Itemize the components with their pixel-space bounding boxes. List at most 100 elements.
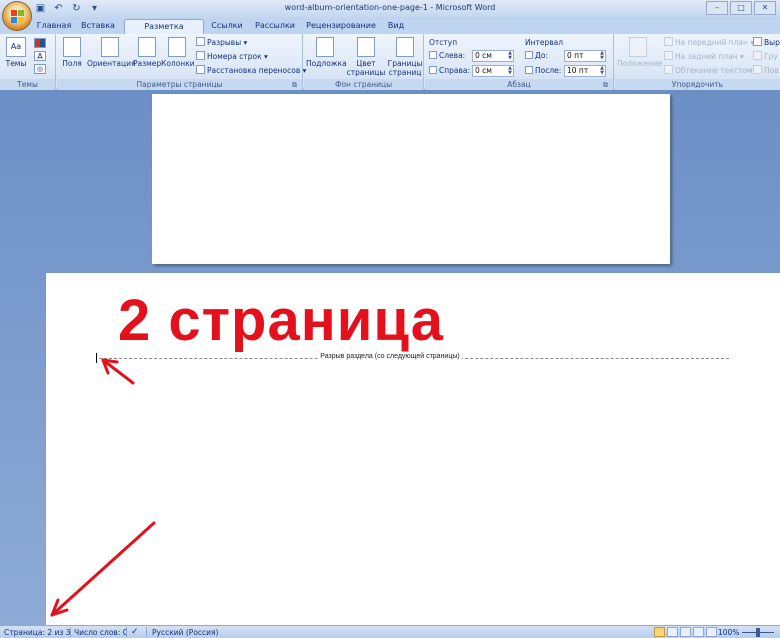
themes-button[interactable]: Aa Темы	[4, 37, 28, 77]
zoom-slider-handle[interactable]	[756, 628, 760, 637]
indent-left-spinner-icon[interactable]: ▲ ▼	[507, 51, 513, 61]
group-label-paragraph: Абзац	[425, 79, 613, 90]
margins-icon	[63, 37, 81, 57]
tab-references[interactable]: Ссылки	[208, 19, 246, 34]
ribbon-tabs: Главная Вставка Разметка страницы Ссылки…	[0, 18, 780, 45]
spacing-after-icon	[525, 66, 533, 74]
office-button[interactable]	[2, 1, 32, 31]
page-count[interactable]: Страница: 2 из 3	[4, 627, 71, 638]
line-numbers-button[interactable]: Номера строк ▾	[196, 51, 268, 63]
indent-right-label: Справа:	[429, 65, 470, 77]
spacing-before-icon	[525, 51, 533, 59]
indent-left-input[interactable]: 0 см ▲ ▼	[472, 50, 514, 62]
tab-view[interactable]: Вид	[382, 19, 410, 34]
web-layout-view-icon[interactable]	[680, 627, 691, 637]
page-borders-button[interactable]: Границы страниц	[386, 37, 424, 77]
tab-home[interactable]: Главная	[32, 19, 76, 34]
group-objects-button[interactable]: Гру	[753, 51, 778, 63]
outline-view-icon[interactable]	[693, 627, 704, 637]
page-borders-icon	[396, 37, 414, 57]
status-separator	[126, 627, 127, 637]
margins-button[interactable]: Поля	[59, 37, 85, 77]
indent-right-input[interactable]: 0 см ▲ ▼	[472, 65, 514, 77]
page-color-button[interactable]: Цвет страницы	[344, 37, 388, 77]
spacing-before-input[interactable]: 0 пт ▲ ▼	[564, 50, 606, 62]
orientation-button[interactable]: Ориентация	[87, 37, 136, 77]
section-break-label: Разрыв раздела (со следующей страницы)	[318, 353, 462, 360]
group-label-arrange: Упорядочить	[615, 79, 780, 90]
spacing-header: Интервал	[525, 38, 564, 47]
paragraph-launcher-icon[interactable]: ⧉	[603, 81, 611, 89]
indent-left-label: Слева:	[429, 50, 465, 62]
group-arrange: Положение На передний план ▾ На задний п…	[615, 34, 780, 90]
window-controls: – □ ✕	[706, 1, 776, 15]
tab-review[interactable]: Рецензирование	[304, 19, 378, 34]
send-to-back-icon	[664, 51, 673, 60]
tab-page-layout[interactable]: Разметка страницы	[124, 19, 204, 45]
size-button[interactable]: Размер	[133, 37, 161, 77]
hyphenation-icon	[196, 65, 205, 74]
columns-button[interactable]: Колонки	[161, 37, 195, 77]
themes-icon: Aa	[6, 37, 26, 57]
draft-view-icon[interactable]	[706, 627, 717, 637]
spacing-after-spinner-icon[interactable]: ▲ ▼	[599, 66, 605, 76]
title-bar: word-album-orientation-one-page-1 - Micr…	[0, 0, 780, 18]
theme-fonts-icon[interactable]: A	[34, 51, 46, 61]
print-layout-view-icon[interactable]	[654, 627, 665, 637]
status-bar: Страница: 2 из 3 Число слов: 0 ✓ Русский…	[0, 625, 780, 638]
theme-colors-icon[interactable]	[34, 38, 46, 48]
document-page-1[interactable]	[152, 94, 670, 264]
document-workspace[interactable]: Разрыв раздела (со следующей страницы) 2…	[0, 90, 780, 625]
office-logo-icon	[11, 10, 24, 23]
spacing-after-input[interactable]: 10 пт ▲ ▼	[564, 65, 606, 77]
position-icon	[629, 37, 647, 57]
zoom-level[interactable]: 100%	[718, 627, 739, 638]
undo-icon[interactable]: ↶	[52, 2, 65, 15]
watermark-icon	[316, 37, 334, 57]
annotation-label: 2 страница	[118, 288, 445, 353]
columns-icon	[168, 37, 186, 57]
text-wrap-button[interactable]: Обтекание текстом ▾	[664, 65, 759, 77]
indent-right-spinner-icon[interactable]: ▲ ▼	[507, 66, 513, 76]
align-icon	[753, 37, 762, 46]
group-page-background: Подложка Цвет страницы Границы страниц Ф…	[304, 34, 424, 90]
line-numbers-icon	[196, 51, 205, 60]
group-paragraph: Отступ Интервал Слева: 0 см ▲ ▼ Справа: 0 …	[425, 34, 614, 90]
group-label-themes: Темы	[0, 79, 55, 90]
rotate-button[interactable]: Пов	[753, 65, 779, 77]
group-label-page-setup: Параметры страницы	[57, 79, 302, 90]
maximize-button[interactable]: □	[730, 1, 752, 15]
orientation-icon	[101, 37, 119, 57]
bring-to-front-icon	[664, 37, 673, 46]
breaks-button[interactable]: Разрывы ▾	[196, 37, 247, 49]
group-page-setup: Поля Ориентация Размер Колонки Разрывы ▾…	[57, 34, 306, 90]
send-to-back-button[interactable]: На задний план ▾	[664, 51, 744, 63]
language-indicator[interactable]: Русский (Россия)	[152, 627, 218, 638]
spacing-after-label: После:	[525, 65, 561, 77]
word-count[interactable]: Число слов: 0	[74, 627, 128, 638]
position-button[interactable]: Положение	[617, 37, 662, 77]
hyphenation-button[interactable]: Расстановка переносов ▾	[196, 65, 306, 77]
spelling-check-icon[interactable]: ✓	[131, 627, 139, 638]
save-icon[interactable]: ▣	[34, 2, 47, 15]
watermark-button[interactable]: Подложка	[306, 37, 347, 77]
page-color-icon	[357, 37, 375, 57]
ribbon: Aa Темы A ◎ Темы Поля Ориентация Размер …	[0, 34, 780, 90]
tab-mailings[interactable]: Рассылки	[252, 19, 298, 34]
redo-icon[interactable]: ↻	[70, 2, 83, 15]
page-setup-launcher-icon[interactable]: ⧉	[292, 81, 300, 89]
spacing-before-spinner-icon[interactable]: ▲ ▼	[599, 51, 605, 61]
bring-to-front-button[interactable]: На передний план ▾	[664, 37, 754, 49]
group-label-page-background: Фон страницы	[304, 79, 423, 90]
qat-dropdown-icon[interactable]: ▾	[88, 2, 101, 15]
tab-insert[interactable]: Вставка	[78, 19, 118, 34]
theme-effects-icon[interactable]: ◎	[34, 64, 46, 74]
breaks-icon	[196, 37, 205, 46]
align-button[interactable]: Выр	[753, 37, 780, 49]
full-screen-view-icon[interactable]	[667, 627, 678, 637]
minimize-button[interactable]: –	[706, 1, 728, 15]
indent-left-icon	[429, 51, 437, 59]
indent-right-icon	[429, 66, 437, 74]
status-separator	[146, 627, 147, 637]
close-button[interactable]: ✕	[754, 1, 776, 15]
